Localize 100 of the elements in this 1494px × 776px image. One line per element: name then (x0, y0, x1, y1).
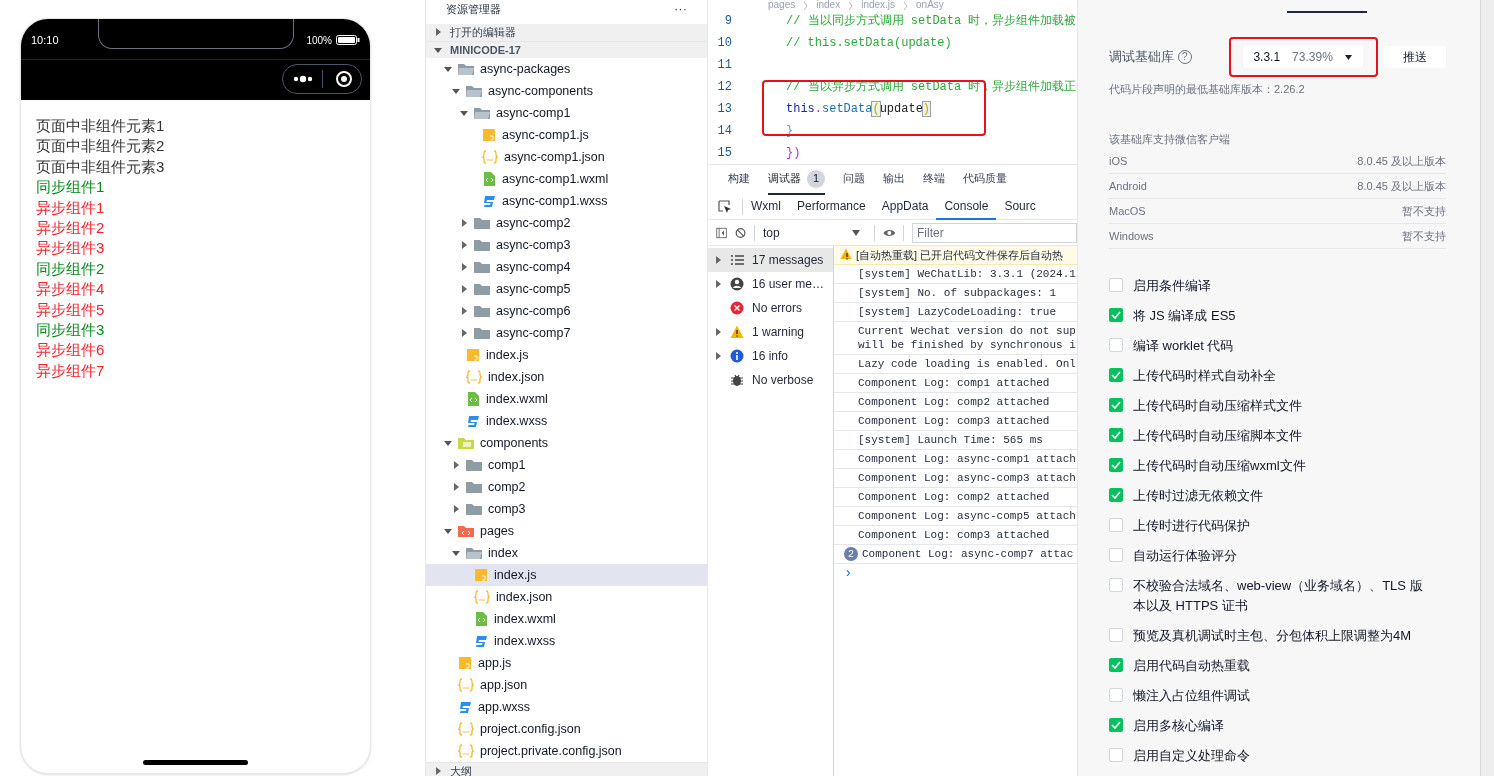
checkbox[interactable] (1109, 628, 1123, 642)
folder-icon (474, 238, 490, 252)
panel-tab[interactable]: 输出 (883, 164, 905, 195)
console-prompt[interactable]: › (834, 564, 1077, 582)
js-file-icon (466, 348, 480, 362)
inspect-icon[interactable] (718, 199, 732, 214)
tree-item[interactable]: app.wxss (426, 696, 707, 718)
tree-item[interactable]: app.js (426, 652, 707, 674)
tree-item[interactable]: comp2 (426, 476, 707, 498)
panel-tab[interactable]: 代码质量 (963, 164, 1007, 195)
devtools-tab[interactable]: Performance (789, 193, 874, 220)
tree-item[interactable]: async-comp1.wxss (426, 190, 707, 212)
checkbox[interactable] (1109, 548, 1123, 562)
tree-item[interactable]: index.js (426, 344, 707, 366)
context-select[interactable]: top (763, 223, 866, 242)
panel-tab[interactable]: 问题 (843, 164, 865, 195)
caret-icon[interactable] (1344, 54, 1352, 60)
filter-item[interactable]: No verbose (708, 368, 833, 392)
caret-icon[interactable] (460, 109, 468, 117)
tree-item[interactable]: comp1 (426, 454, 707, 476)
caret-icon[interactable] (452, 549, 460, 557)
checkbox[interactable] (1109, 518, 1123, 532)
checkbox[interactable] (1109, 338, 1123, 352)
checkbox[interactable] (1109, 458, 1123, 472)
filter-item[interactable]: 16 user me… (708, 272, 833, 296)
checkbox[interactable] (1109, 748, 1123, 762)
tree-item[interactable]: async-components (426, 80, 707, 102)
tree-item[interactable]: index.wxss (426, 410, 707, 432)
devtools-tab[interactable]: Sourc (996, 193, 1044, 220)
clear-icon[interactable] (735, 225, 747, 240)
tree-item[interactable]: project.private.config.json (426, 740, 707, 762)
more-icon[interactable] (293, 75, 313, 83)
tree-item[interactable]: async-comp5 (426, 278, 707, 300)
tree-item[interactable]: async-packages (426, 58, 707, 80)
check-icon (1111, 311, 1121, 319)
checkbox[interactable] (1109, 658, 1123, 672)
tree-item[interactable]: async-comp1.wxml (426, 168, 707, 190)
tree-item[interactable]: index.json (426, 586, 707, 608)
folder-icon (474, 216, 490, 230)
tree-item[interactable]: async-comp2 (426, 212, 707, 234)
tree-item[interactable]: async-comp6 (426, 300, 707, 322)
filter-item[interactable]: No errors (708, 296, 833, 320)
tree-item[interactable]: index (426, 542, 707, 564)
tree-item[interactable]: app.json (426, 674, 707, 696)
console-message: [自动热重载] 已开启代码文件保存后自动热 (856, 248, 1064, 262)
filter-field[interactable]: Filter (912, 222, 1077, 243)
folder-icon (458, 436, 474, 450)
more-button[interactable]: ··· (674, 0, 687, 19)
checkbox[interactable] (1109, 718, 1123, 732)
tree-item[interactable]: index.js (426, 564, 707, 586)
checkbox[interactable] (1109, 308, 1123, 322)
caret-icon[interactable] (444, 65, 452, 73)
checkbox[interactable] (1109, 688, 1123, 702)
line-number: 11 (716, 57, 732, 74)
console-message: Component Log: async-comp3 attach (858, 471, 1076, 485)
version-select[interactable]: 3.3.1 73.39% (1243, 46, 1364, 68)
tree-item[interactable]: async-comp1.js (426, 124, 707, 146)
setting-label: 调试基础库 (1109, 48, 1174, 67)
tree-item[interactable]: components (426, 432, 707, 454)
tree-item[interactable]: index.json (426, 366, 707, 388)
option-label: 不校验合法域名、web-view（业务域名）、TLS 版本以及 HTTPS 证书 (1133, 577, 1424, 615)
devtools-tab[interactable]: Console (936, 193, 997, 220)
filter-item[interactable]: 16 info (708, 344, 833, 368)
tree-item[interactable]: async-comp7 (426, 322, 707, 344)
battery-icon (336, 35, 360, 45)
push-button[interactable]: 推送 (1384, 46, 1446, 68)
section-header[interactable]: 打开的编辑器 (426, 24, 707, 42)
checkbox[interactable] (1109, 578, 1123, 592)
tree-item[interactable]: pages (426, 520, 707, 542)
caret-icon[interactable] (851, 229, 860, 236)
check-icon (1111, 461, 1121, 469)
caret-icon[interactable] (452, 87, 460, 95)
tree-item[interactable]: index.wxss (426, 630, 707, 652)
tree-item[interactable]: project.config.json (426, 718, 707, 740)
open-folder-icon (466, 84, 482, 98)
tree-item[interactable]: async-comp1.json (426, 146, 707, 168)
checkbox[interactable] (1109, 398, 1123, 412)
tree-item[interactable]: index.wxml (426, 608, 707, 630)
section-header[interactable]: 大纲 (426, 762, 707, 776)
filter-item[interactable]: 17 messages (708, 248, 833, 272)
tree-item[interactable]: async-comp3 (426, 234, 707, 256)
panel-tab[interactable]: 调试器 1 (768, 164, 825, 195)
devtools-tab[interactable]: AppData (873, 193, 937, 220)
option-label: 上传代码时自动压缩脚本文件 (1133, 427, 1303, 445)
tree-item[interactable]: async-comp4 (426, 256, 707, 278)
caret-icon[interactable] (444, 527, 452, 535)
console-message: Component Log: async-comp7 attac (862, 547, 1074, 561)
devtools-tab[interactable]: Wxml (743, 193, 789, 220)
checkbox[interactable] (1109, 368, 1123, 382)
tree-item[interactable]: index.wxml (426, 388, 707, 410)
checkbox[interactable] (1109, 278, 1123, 292)
sidebar-toggle-icon[interactable] (716, 225, 728, 240)
filter-item[interactable]: 1 warning (708, 320, 833, 344)
checkbox[interactable] (1109, 428, 1123, 442)
tree-item[interactable]: async-comp1 (426, 102, 707, 124)
panel-tab[interactable]: 终端 (923, 164, 945, 195)
panel-tab[interactable]: 构建 (728, 164, 750, 195)
caret-icon[interactable] (444, 439, 452, 447)
checkbox[interactable] (1109, 488, 1123, 502)
tree-item[interactable]: comp3 (426, 498, 707, 520)
